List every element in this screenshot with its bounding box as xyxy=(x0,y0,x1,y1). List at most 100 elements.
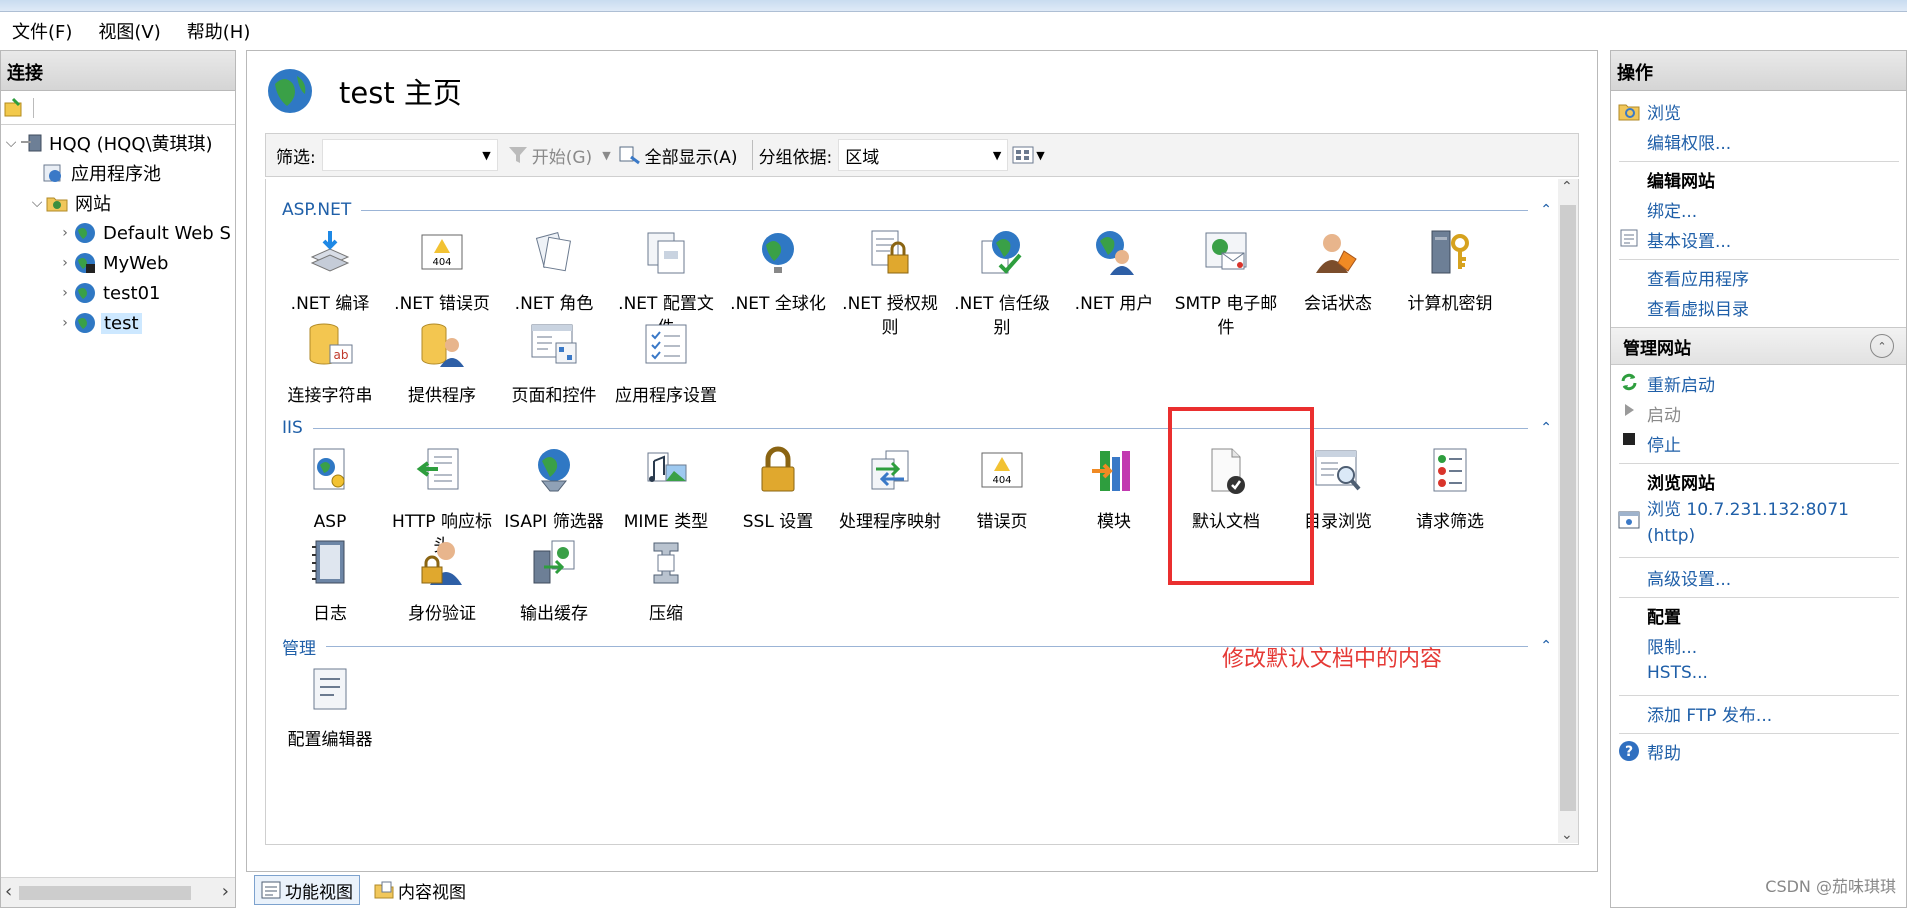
action-view-virtual-dirs[interactable]: 查看虚拟目录 xyxy=(1611,295,1907,320)
collapse-arrow-icon[interactable]: ⌵ xyxy=(29,195,45,211)
feature-net-authorization[interactable]: .NET 授权规则 xyxy=(834,227,946,340)
connections-toolbar xyxy=(1,91,235,125)
globe-stopped-icon xyxy=(75,253,95,273)
database-ab-icon: ab xyxy=(309,323,353,365)
scroll-left-icon[interactable]: ‹ xyxy=(5,881,12,902)
go-button[interactable]: 开始(G) ▼ xyxy=(508,143,611,168)
new-connection-icon[interactable] xyxy=(3,97,25,119)
action-hsts[interactable]: HSTS... xyxy=(1611,663,1907,683)
feature-ssl-settings[interactable]: SSL 设置 xyxy=(722,445,834,534)
feature-isapi-filters[interactable]: ISAPI 筛选器 xyxy=(498,445,610,534)
action-basic-settings[interactable]: 基本设置... xyxy=(1611,227,1907,252)
action-edit-permissions[interactable]: 编辑权限... xyxy=(1611,129,1907,154)
menu-file[interactable]: 文件(F) xyxy=(4,18,90,44)
mime-media-icon xyxy=(647,452,687,482)
dropdown-arrow-icon[interactable]: ▼ xyxy=(1036,149,1044,162)
scroll-thumb[interactable] xyxy=(19,886,191,900)
action-stop[interactable]: 停止 xyxy=(1611,431,1907,456)
feature-output-caching[interactable]: 输出缓存 xyxy=(498,537,610,626)
tree-node-server[interactable]: ⌵ HQQ (HQQ\黄琪琪) xyxy=(3,129,213,157)
collapse-arrow-icon[interactable]: ⌵ xyxy=(3,135,19,151)
scroll-up-icon[interactable]: ⌃ xyxy=(1561,179,1573,195)
feature-request-filtering[interactable]: 请求筛选 xyxy=(1394,445,1506,534)
feature-net-trust-levels[interactable]: .NET 信任级别 xyxy=(946,227,1058,340)
feature-net-users[interactable]: .NET 用户 xyxy=(1058,227,1170,316)
feature-providers[interactable]: 提供程序 xyxy=(386,319,498,408)
tab-features-view[interactable]: 功能视图 xyxy=(254,875,360,905)
scroll-right-icon[interactable]: › xyxy=(222,881,229,902)
tree-node-test[interactable]: › test xyxy=(57,309,142,337)
dropdown-arrow-icon[interactable]: ▼ xyxy=(482,149,490,162)
action-browse-url[interactable]: 浏览 10.7.231.132:8071 (http) xyxy=(1611,497,1907,549)
action-limits[interactable]: 限制... xyxy=(1611,633,1907,658)
scroll-thumb[interactable] xyxy=(1560,205,1576,811)
action-help[interactable]: ? 帮助 xyxy=(1611,739,1907,764)
feature-net-roles[interactable]: .NET 角色 xyxy=(498,227,610,316)
feature-mime-types[interactable]: MIME 类型 xyxy=(610,445,722,534)
feature-net-globalization[interactable]: .NET 全球化 xyxy=(722,227,834,316)
menu-view[interactable]: 视图(V) xyxy=(90,18,178,44)
feature-session-state[interactable]: 会话状态 xyxy=(1282,227,1394,316)
feature-machine-key[interactable]: 计算机密钥 xyxy=(1394,227,1506,316)
action-browse[interactable]: 浏览 xyxy=(1611,99,1907,124)
group-header-aspnet[interactable]: ASP.NET ⌃ xyxy=(282,199,1552,221)
view-mode-button[interactable]: ▼ xyxy=(1012,146,1045,164)
tree-node-default-web[interactable]: › Default Web S xyxy=(57,219,231,247)
collapse-chevron-icon[interactable]: ⌃ xyxy=(1540,638,1552,654)
action-advanced-settings[interactable]: 高级设置... xyxy=(1611,565,1907,590)
error-404-icon: 404 xyxy=(981,452,1023,488)
feature-logging[interactable]: 日志 xyxy=(274,537,386,626)
globe-stand-icon xyxy=(762,233,794,273)
menu-help[interactable]: 帮助(H) xyxy=(179,18,269,44)
collapse-chevron-icon[interactable]: ⌃ xyxy=(1540,420,1552,436)
tree-node-test01[interactable]: › test01 xyxy=(57,279,160,307)
window-title-strip xyxy=(0,0,1907,12)
compile-stack-icon xyxy=(310,231,350,272)
svg-text:404: 404 xyxy=(992,475,1011,486)
session-user-icon xyxy=(1316,234,1357,273)
connections-horizontal-scrollbar[interactable]: ‹ › xyxy=(1,877,235,907)
feature-asp[interactable]: ASP xyxy=(274,445,386,534)
action-add-ftp[interactable]: 添加 FTP 发布... xyxy=(1611,701,1907,726)
feature-compression[interactable]: 压缩 xyxy=(610,537,722,626)
feature-pages-controls[interactable]: 页面和控件 xyxy=(498,319,610,408)
feature-handler-mappings[interactable]: 处理程序映射 xyxy=(834,445,946,534)
feature-error-pages[interactable]: 404 错误页 xyxy=(946,445,1058,534)
tree-node-sites[interactable]: ⌵ 网站 xyxy=(29,189,111,217)
dropdown-arrow-icon[interactable]: ▼ xyxy=(602,149,610,162)
view-grid-icon xyxy=(1012,146,1034,164)
roles-cards-icon xyxy=(535,232,572,272)
expand-arrow-icon[interactable]: › xyxy=(57,255,73,271)
action-view-applications[interactable]: 查看应用程序 xyxy=(1611,265,1907,290)
section-manage-site[interactable]: 管理网站 ⌃ xyxy=(1611,327,1906,365)
actions-divider xyxy=(1619,557,1899,558)
group-header-iis[interactable]: IIS ⌃ xyxy=(282,417,1552,439)
feature-connection-strings[interactable]: ab 连接字符串 xyxy=(274,319,386,408)
collapse-section-icon[interactable]: ⌃ xyxy=(1870,334,1894,358)
filter-input[interactable]: ▼ xyxy=(321,139,498,171)
dropdown-arrow-icon[interactable]: ▼ xyxy=(993,149,1001,162)
expand-arrow-icon[interactable]: › xyxy=(57,225,73,241)
expand-arrow-icon[interactable]: › xyxy=(57,285,73,301)
feature-smtp-email[interactable]: SMTP 电子邮件 xyxy=(1170,227,1282,340)
features-vertical-scrollbar[interactable]: ⌃ ⌄ xyxy=(1558,179,1578,843)
feature-app-settings[interactable]: 应用程序设置 xyxy=(610,319,722,408)
group-by-select[interactable]: 区域 ▼ xyxy=(838,139,1009,171)
expand-arrow-icon[interactable]: › xyxy=(57,315,73,331)
show-all-button[interactable]: 全部显示(A) xyxy=(619,143,738,168)
scroll-down-icon[interactable]: ⌄ xyxy=(1561,827,1573,843)
tree-node-myweb[interactable]: › MyWeb xyxy=(57,249,168,277)
feature-authentication[interactable]: 身份验证 xyxy=(386,537,498,626)
tab-content-view[interactable]: 内容视图 xyxy=(368,875,472,905)
feature-net-compilation[interactable]: .NET 编译 xyxy=(274,227,386,316)
feature-modules[interactable]: 模块 xyxy=(1058,445,1170,534)
directory-browse-icon xyxy=(1315,450,1361,491)
tree-node-app-pools[interactable]: 应用程序池 xyxy=(41,159,161,187)
feature-configuration-editor[interactable]: 配置编辑器 xyxy=(274,663,386,752)
action-start[interactable]: 启动 xyxy=(1611,401,1907,426)
collapse-chevron-icon[interactable]: ⌃ xyxy=(1540,202,1552,218)
feature-net-error-pages[interactable]: 404 .NET 错误页 xyxy=(386,227,498,316)
action-bindings[interactable]: 绑定... xyxy=(1611,197,1907,222)
start-triangle-icon xyxy=(1625,404,1634,416)
action-restart[interactable]: 重新启动 xyxy=(1611,371,1907,396)
